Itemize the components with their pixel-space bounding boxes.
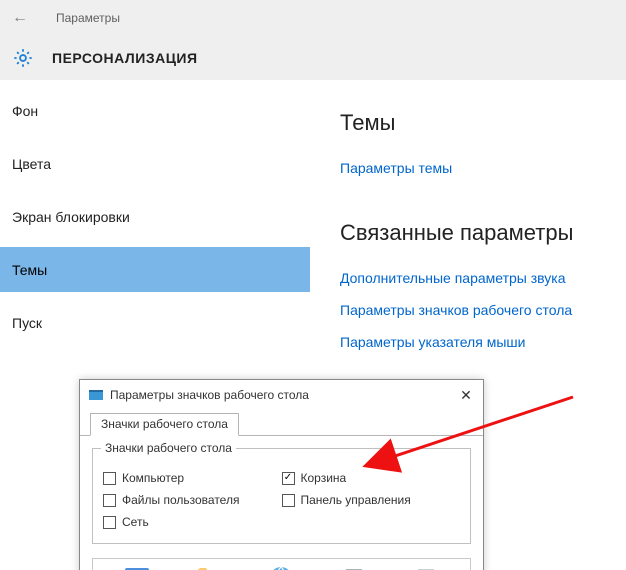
sidebar-item-lockscreen[interactable]: Экран блокировки <box>0 194 310 239</box>
desktop-icons-dialog: Параметры значков рабочего стола ✕ Значк… <box>79 379 484 570</box>
titlebar: ← Параметры <box>0 0 626 35</box>
recyclebin-full-icon <box>338 563 370 570</box>
sidebar-item-start[interactable]: Пуск <box>0 300 310 345</box>
checkbox-label-controlpanel[interactable]: Панель управления <box>301 493 411 507</box>
header-bar: ПЕРСОНАЛИЗАЦИЯ <box>0 35 626 80</box>
sidebar-item-themes[interactable]: Темы <box>0 247 310 292</box>
folder-icon <box>193 563 225 570</box>
icon-preview-row <box>92 558 471 570</box>
sidebar-item-background[interactable]: Фон <box>0 88 310 133</box>
group-desktop-icons: Значки рабочего стола Компьютер Файлы по… <box>92 448 471 544</box>
settings-gear-icon <box>12 47 34 69</box>
checkbox-label-computer[interactable]: Компьютер <box>122 471 184 485</box>
section-themes-title: Темы <box>340 110 596 136</box>
checkbox-recyclebin[interactable] <box>282 472 295 485</box>
back-icon[interactable]: ← <box>12 9 28 27</box>
checkbox-label-recyclebin[interactable]: Корзина <box>301 471 347 485</box>
section-related-title: Связанные параметры <box>340 220 596 246</box>
computer-icon <box>121 563 153 570</box>
link-sound-settings[interactable]: Дополнительные параметры звука <box>340 270 596 286</box>
checkbox-userfiles[interactable] <box>103 494 116 507</box>
recyclebin-empty-icon <box>410 563 442 570</box>
checkbox-network[interactable] <box>103 516 116 529</box>
checkbox-computer[interactable] <box>103 472 116 485</box>
checkbox-label-network[interactable]: Сеть <box>122 515 149 529</box>
dialog-title: Параметры значков рабочего стола <box>110 388 309 402</box>
window-title: Параметры <box>56 11 120 25</box>
checkbox-controlpanel[interactable] <box>282 494 295 507</box>
link-desktop-icons[interactable]: Параметры значков рабочего стола <box>340 302 596 318</box>
sidebar-item-colors[interactable]: Цвета <box>0 141 310 186</box>
close-icon[interactable]: ✕ <box>455 384 477 406</box>
dialog-titlebar: Параметры значков рабочего стола ✕ <box>80 380 483 410</box>
dialog-app-icon <box>88 387 104 403</box>
group-legend: Значки рабочего стола <box>101 441 236 455</box>
link-theme-settings[interactable]: Параметры темы <box>340 160 596 176</box>
tab-desktop-icons[interactable]: Значки рабочего стола <box>90 413 239 436</box>
page-title: ПЕРСОНАЛИЗАЦИЯ <box>52 50 198 66</box>
link-pointer-settings[interactable]: Параметры указателя мыши <box>340 334 596 350</box>
network-icon <box>265 563 297 570</box>
dialog-tabstrip: Значки рабочего стола <box>80 410 483 436</box>
checkbox-label-userfiles[interactable]: Файлы пользователя <box>122 493 239 507</box>
